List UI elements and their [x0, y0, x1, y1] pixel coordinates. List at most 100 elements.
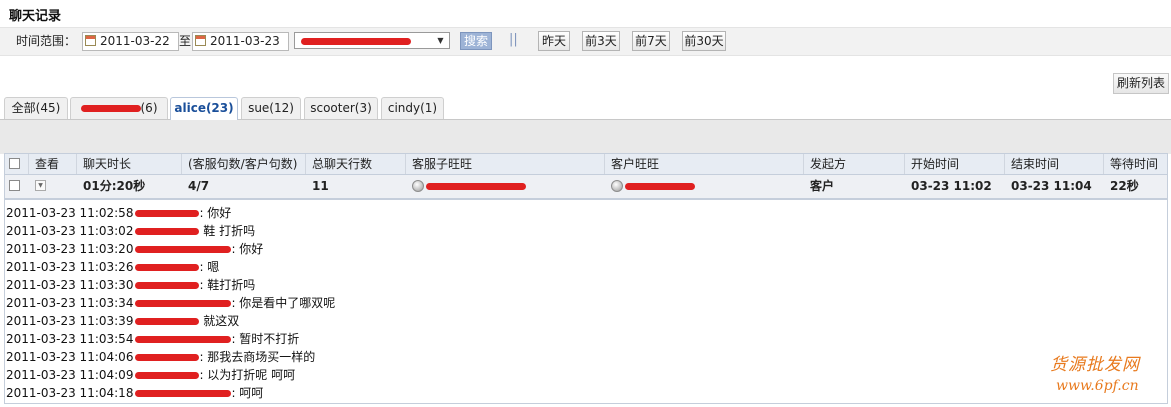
message-text: : 那我去商场买一样的	[199, 350, 316, 364]
tab-sue[interactable]: sue(12)	[241, 97, 301, 119]
end-cell: 03-23 11:04	[1011, 179, 1092, 193]
search-button[interactable]: 搜索	[460, 32, 492, 50]
customer-ww-cell	[605, 175, 695, 198]
chat-message: 2011-03-23 11:03:20 : 你好	[6, 240, 263, 258]
chevron-down-icon[interactable]: ▼	[434, 34, 447, 47]
chat-message: 2011-03-23 11:04:09: 以为打折呢 呵呵	[6, 366, 295, 384]
watermark-title: 货源批发网	[1050, 355, 1140, 375]
tab-cindy[interactable]: cindy(1)	[381, 97, 444, 119]
message-text: 就这双	[199, 314, 240, 328]
ratio-cell: 4/7	[188, 179, 210, 193]
message-time: 2011-03-23 11:03:34	[6, 296, 134, 310]
message-text: : 嗯	[199, 260, 220, 274]
row-checkbox[interactable]	[9, 180, 20, 191]
message-time: 2011-03-23 11:03:02	[6, 224, 134, 238]
date-from-field[interactable]: 2011-03-22	[82, 32, 179, 51]
tab-all[interactable]: 全部(45)	[4, 97, 68, 119]
page-title: 聊天记录	[9, 9, 62, 24]
wait-cell: 22秒	[1110, 179, 1139, 193]
calendar-icon[interactable]	[195, 35, 206, 46]
time-range-label: 时间范围：	[16, 34, 77, 48]
message-text: : 以为打折呢 呵呵	[199, 368, 296, 382]
select-all-checkbox[interactable]	[9, 158, 20, 169]
col-ratio[interactable]: (客服句数/客户句数)	[182, 154, 306, 174]
message-text: : 呵呵	[231, 386, 264, 400]
redacted-text	[135, 354, 200, 361]
filter-bar: 时间范围： 2011-03-22 至 2011-03-23 ▼ 搜索 || 昨天…	[0, 27, 1171, 56]
chat-message: 2011-03-23 11:03:30 : 鞋打折吗	[6, 276, 255, 294]
watermark: 货源批发网 www.6pf.cn	[1050, 350, 1140, 394]
table-row[interactable]: ▼ 01分:20秒 4/7 11 客户 03-23 11:02 03-23 11…	[4, 175, 1168, 199]
expand-icon[interactable]: ▼	[35, 180, 46, 191]
select-all-cell	[5, 154, 29, 174]
watermark-url: www.6pf.cn	[1056, 378, 1139, 394]
message-text: 鞋 打折吗	[199, 224, 256, 238]
redacted-text	[426, 183, 526, 190]
tab-shop[interactable]: (6)	[70, 97, 168, 119]
chat-message: 2011-03-23 11:03:02 鞋 打折吗	[6, 222, 255, 240]
redacted-text	[135, 390, 232, 397]
redacted-text	[135, 228, 200, 235]
lines-cell: 11	[312, 179, 329, 193]
calendar-icon[interactable]	[85, 35, 96, 46]
message-text: : 鞋打折吗	[199, 278, 256, 292]
message-time: 2011-03-23 11:03:54	[6, 332, 134, 346]
message-time: 2011-03-23 11:03:39	[6, 314, 134, 328]
chat-message: 2011-03-23 11:03:54 : 暂时不打折	[6, 330, 299, 348]
redacted-text	[301, 38, 411, 45]
chat-message: 2011-03-23 11:03:26 : 嗯	[6, 258, 219, 276]
col-agent-ww[interactable]: 客服子旺旺	[406, 154, 605, 174]
message-text: : 暂时不打折	[231, 332, 300, 346]
message-time: 2011-03-23 11:02:58	[6, 206, 134, 220]
chat-log: 2011-03-23 11:02:58 : 你好 2011-03-23 11:03…	[4, 199, 1168, 404]
redacted-text	[135, 282, 200, 289]
chat-message: 2011-03-23 11:03:34: 你是看中了哪双呢	[6, 294, 335, 312]
col-start[interactable]: 开始时间	[905, 154, 1005, 174]
toolbar-band	[0, 119, 1171, 154]
chat-message: 2011-03-23 11:04:06 : 那我去商场买一样的	[6, 348, 315, 366]
message-time: 2011-03-23 11:03:20	[6, 242, 134, 256]
last-7-days-button[interactable]: 前7天	[632, 31, 670, 51]
tab-shop-count: (6)	[140, 101, 158, 115]
col-wait[interactable]: 等待时间	[1104, 154, 1167, 174]
message-time: 2011-03-23 11:03:26	[6, 260, 134, 274]
redacted-text	[135, 210, 200, 217]
date-to-value: 2011-03-23	[210, 34, 280, 48]
message-time: 2011-03-23 11:03:30	[6, 278, 134, 292]
date-from-value: 2011-03-22	[100, 34, 170, 48]
redacted-text	[80, 105, 141, 112]
separator: ||	[509, 32, 518, 47]
tab-scooter[interactable]: scooter(3)	[304, 97, 378, 119]
redacted-text	[135, 246, 232, 253]
wangwang-status-icon[interactable]	[611, 180, 623, 192]
redacted-text	[625, 183, 695, 190]
last-3-days-button[interactable]: 前3天	[582, 31, 620, 51]
yesterday-button[interactable]: 昨天	[538, 31, 570, 51]
message-time: 2011-03-23 11:04:06	[6, 350, 134, 364]
col-lines[interactable]: 总聊天行数	[306, 154, 406, 174]
col-duration[interactable]: 聊天时长	[77, 154, 182, 174]
col-end[interactable]: 结束时间	[1005, 154, 1104, 174]
message-text: : 你好	[231, 242, 264, 256]
redacted-text	[135, 372, 200, 379]
redacted-text	[135, 300, 232, 307]
table-header: 查看 聊天时长 (客服句数/客户句数) 总聊天行数 客服子旺旺 客户旺旺 发起方…	[4, 153, 1168, 175]
message-text: : 你好	[199, 206, 232, 220]
chat-message: 2011-03-23 11:03:39 就这双	[6, 312, 239, 330]
refresh-list-button[interactable]: 刷新列表	[1113, 73, 1169, 94]
date-to-field[interactable]: 2011-03-23	[192, 32, 289, 51]
col-customer-ww[interactable]: 客户旺旺	[605, 154, 804, 174]
chat-message: 2011-03-23 11:04:18: 呵呵	[6, 384, 263, 402]
agent-ww-cell	[406, 175, 526, 198]
col-view[interactable]: 查看	[29, 154, 77, 174]
start-cell: 03-23 11:02	[911, 179, 992, 193]
redacted-text	[135, 264, 200, 271]
col-initiator[interactable]: 发起方	[804, 154, 905, 174]
initiator-cell: 客户	[810, 179, 835, 193]
redacted-text	[135, 318, 200, 325]
last-30-days-button[interactable]: 前30天	[682, 31, 726, 51]
wangwang-status-icon[interactable]	[412, 180, 424, 192]
tab-alice[interactable]: alice(23)	[170, 97, 238, 120]
duration-cell: 01分:20秒	[83, 179, 146, 193]
shop-select[interactable]: ▼	[294, 32, 450, 49]
